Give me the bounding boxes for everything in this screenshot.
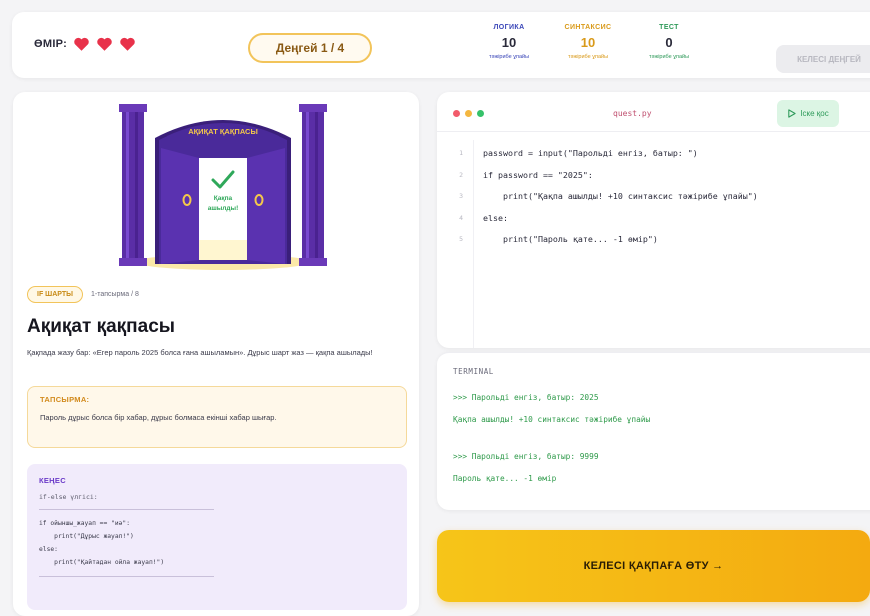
terminal-line: Қақпа ашылды! +10 синтаксис тәжірибе ұпа…: [453, 415, 651, 424]
hint-subtitle: if-else үлгісі:: [39, 493, 98, 501]
stat-logic: ЛОГИКА 10 тәжірибе ұпайы: [469, 24, 549, 60]
task-text: Пароль дұрыс болса бір хабар, дұрыс болм…: [40, 413, 277, 422]
hint-divider: [39, 575, 214, 577]
code-text: print("Пароль қате... -1 өмір"): [483, 234, 658, 244]
next-level-button[interactable]: КЕЛЕСІ ДЕҢГЕЙ: [776, 45, 870, 73]
line-number: 2: [459, 170, 463, 179]
window-close-dot: [453, 110, 460, 117]
quest-meta: 1-тапсырма / 8: [90, 291, 139, 298]
stat-logic-label: ЛОГИКА: [493, 24, 525, 31]
code-line: 3 print("Қақпа ашылды! +10 синтаксис тәж…: [437, 191, 870, 213]
code-line: 4 else:: [437, 213, 870, 235]
stat-logic-value: 10: [501, 35, 517, 50]
hint-label: КЕҢЕС: [39, 476, 66, 485]
window-minimize-dot: [465, 110, 472, 117]
lives-indicator: ӨМІР:: [34, 36, 136, 52]
stat-logic-sub: тәжірибе ұпайы: [488, 54, 530, 60]
right-pillar: [299, 104, 327, 266]
stat-test-label: ТЕСТ: [659, 24, 679, 31]
gate-status: Қақпа ашылды!: [207, 195, 239, 213]
heart-icon: [120, 37, 135, 51]
quest-title: Ақиқат қақпасы: [27, 316, 175, 337]
next-gate-button[interactable]: КЕЛЕСІ ҚАҚПАҒА ӨТУ →: [437, 530, 870, 602]
hint-divider: [39, 509, 214, 510]
gate-illustration: АҚИҚАТ ҚАҚПАСЫ Қақпа ашылды!: [119, 104, 327, 270]
terminal-label: TERMINAL: [453, 367, 494, 376]
line-number: 4: [459, 213, 463, 222]
heart-icon: [74, 37, 89, 51]
code-area[interactable]: 1 password = input("Парольді енгіз, баты…: [437, 148, 870, 256]
quest-tag-row: IF ШАРТЫ 1-тапсырма / 8: [27, 286, 139, 303]
terminal-line: Пароль қате... -1 өмір: [453, 474, 557, 483]
terminal-panel: TERMINAL >>> Парольді енгіз, батыр: 2025…: [437, 352, 870, 510]
run-button-label: Іске қос: [800, 109, 829, 118]
code-text: password = input("Парольді енгіз, батыр:…: [483, 148, 698, 158]
stat-syntax-value: 10: [580, 35, 596, 50]
quest-tag: IF ШАРТЫ: [27, 286, 83, 303]
stat-syntax-sub: тәжірибе ұпайы: [567, 54, 609, 60]
hint-code: if ойыншы_жауап == "иә": print("Дұрыс жа…: [39, 520, 165, 566]
stat-test-value: 0: [665, 35, 673, 50]
heart-icon: [97, 37, 112, 51]
hint-box: КЕҢЕС if-else үлгісі: if ойыншы_жауап ==…: [27, 464, 407, 610]
terminal-line: >>> Парольді енгіз, батыр: 9999: [453, 452, 599, 461]
window-maximize-dot: [477, 110, 484, 117]
code-text: if password == "2025":: [483, 169, 593, 180]
code-editor[interactable]: quest.py Іске қос 1 password = input("Па…: [437, 92, 870, 348]
code-line: 1 password = input("Парольді енгіз, баты…: [437, 148, 870, 170]
stat-syntax-label: СИНТАКСИС: [564, 24, 612, 31]
quest-panel: АҚИҚАТ ҚАҚПАСЫ Қақпа ашылды! IF ШАРТЫ 1-…: [13, 92, 419, 616]
stat-syntax: СИНТАКСИС 10 тәжірибе ұпайы: [548, 24, 628, 60]
code-line: 5 print("Пароль қате... -1 өмір"): [437, 234, 870, 256]
stat-test: ТЕСТ 0 тәжірибе ұпайы: [629, 24, 709, 60]
lives-label: ӨМІР:: [34, 38, 68, 50]
gate-title: АҚИҚАТ ҚАҚПАСЫ: [188, 127, 258, 136]
task-label: ТАПСЫРМА:: [40, 395, 90, 404]
run-button[interactable]: Іске қос: [777, 100, 839, 127]
line-number: 1: [459, 149, 463, 157]
play-icon: [788, 109, 796, 118]
level-indicator: Деңгей 1 / 4: [248, 33, 372, 63]
top-bar: ӨМІР: Деңгей 1 / 4 ЛОГИКА 10 тәжірибе ұп…: [12, 12, 870, 78]
file-name: quest.py: [613, 109, 652, 118]
editor-titlebar: quest.py Іске қос: [437, 92, 870, 132]
left-door: [161, 148, 199, 264]
left-pillar: [119, 104, 147, 266]
task-box: ТАПСЫРМА: Пароль дұрыс болса бір хабар, …: [27, 386, 407, 448]
line-number: 3: [459, 192, 463, 200]
code-line: 2 if password == "2025":: [437, 170, 870, 192]
quest-description: Қақпада жазу бар: «Егер пароль 2025 болс…: [27, 348, 373, 357]
code-text: else:: [483, 212, 508, 223]
terminal-line: >>> Парольді енгіз, батыр: 2025: [453, 393, 599, 402]
stat-test-sub: тәжірибе ұпайы: [648, 54, 690, 60]
right-door: [247, 148, 285, 264]
code-text: print("Қақпа ашылды! +10 синтаксис тәжір…: [483, 191, 758, 201]
line-number: 5: [459, 235, 463, 243]
